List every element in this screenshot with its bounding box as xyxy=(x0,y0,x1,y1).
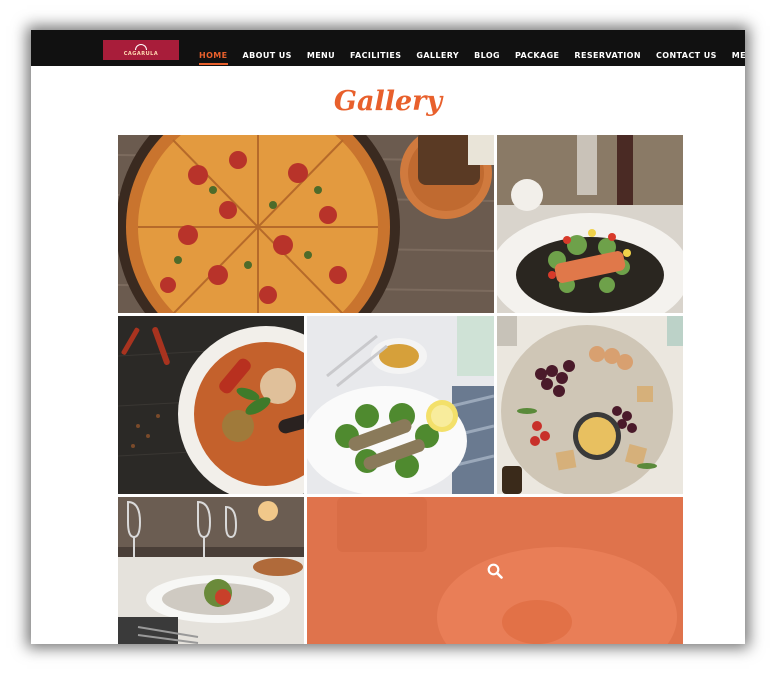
gallery-image-fish-salad[interactable] xyxy=(307,316,494,494)
nav-item-blog[interactable]: BLOG xyxy=(474,51,500,60)
brand-logo[interactable]: CAGARULA xyxy=(103,40,179,60)
cloche-icon xyxy=(135,43,147,50)
nav-item-gallery[interactable]: GALLERY xyxy=(416,51,459,60)
nav-item-menu[interactable]: MENU xyxy=(307,51,335,60)
nav-item-member[interactable]: MEMBER xyxy=(732,51,745,60)
hover-overlay xyxy=(307,497,683,644)
search-icon[interactable] xyxy=(487,563,503,579)
brand-logo-text: CAGARULA xyxy=(123,50,159,57)
gallery-image-salmon-dish[interactable] xyxy=(497,135,683,313)
gallery-image-restaurant-table[interactable] xyxy=(118,497,304,644)
gallery-image-plate-hover[interactable] xyxy=(307,497,683,644)
browser-page: CAGARULA HOME ABOUT US MENU FACILITIES G… xyxy=(31,30,745,644)
nav-item-about-us[interactable]: ABOUT US xyxy=(243,51,292,60)
nav-item-home[interactable]: HOME xyxy=(199,51,228,65)
gallery-image-charcuterie-board[interactable] xyxy=(497,316,683,494)
nav-item-package[interactable]: PACKAGE xyxy=(515,51,559,60)
main-nav: HOME ABOUT US MENU FACILITIES GALLERY BL… xyxy=(199,51,745,65)
nav-item-reservation[interactable]: RESERVATION xyxy=(574,51,641,60)
gallery-image-soup-bowl[interactable] xyxy=(118,316,304,494)
top-navbar: CAGARULA HOME ABOUT US MENU FACILITIES G… xyxy=(31,30,745,66)
nav-item-contact-us[interactable]: CONTACT US xyxy=(656,51,717,60)
nav-item-facilities[interactable]: FACILITIES xyxy=(350,51,401,60)
page-title: Gallery xyxy=(333,86,443,117)
gallery-image-pizza[interactable] xyxy=(118,135,494,313)
